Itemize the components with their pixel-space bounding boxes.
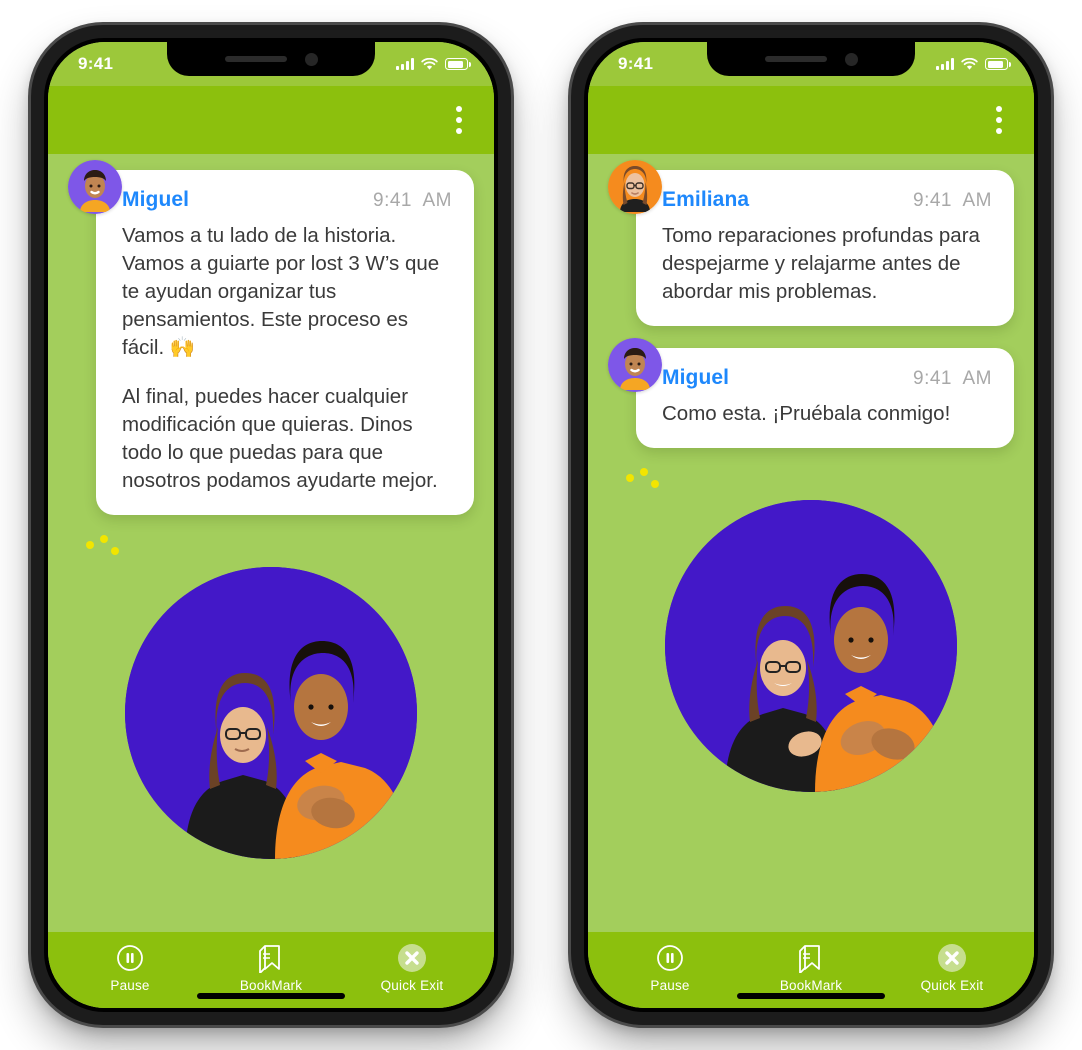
quick-exit-button[interactable]: Quick Exit: [906, 943, 998, 993]
wifi-icon: [961, 57, 978, 70]
typing-indicator: [86, 533, 126, 555]
pause-label: Pause: [650, 978, 690, 993]
home-indicator[interactable]: [737, 993, 885, 999]
message-bubble: Miguel 9:41 AM Vamos a tu lado de la his…: [96, 170, 474, 515]
home-indicator[interactable]: [197, 993, 345, 999]
pause-button[interactable]: Pause: [624, 943, 716, 993]
message-sender: Emiliana: [662, 188, 750, 211]
chat-area: Emiliana 9:41 AM Tomo reparaciones profu…: [588, 154, 1034, 932]
status-icons: [396, 57, 471, 71]
close-circle-icon: [397, 943, 427, 973]
message-bubble: Miguel 9:41 AM Como esta. ¡Pruébala conm…: [636, 347, 1014, 448]
kebab-menu-icon[interactable]: [450, 100, 468, 140]
message-item: Emiliana 9:41 AM Tomo reparaciones profu…: [608, 160, 1014, 326]
phone-screen: 9:41: [48, 42, 494, 1008]
wifi-icon: [421, 57, 438, 70]
bookmark-ribbon-icon: [797, 943, 825, 973]
phone-bezel: 9:41: [44, 38, 498, 1012]
bubble-header: Emiliana 9:41 AM: [662, 188, 992, 212]
kebab-menu-icon[interactable]: [990, 100, 1008, 140]
avatar-miguel: [68, 160, 122, 214]
message-text: Como esta. ¡Pruébala conmigo!: [662, 400, 992, 428]
bookmark-label: BookMark: [779, 978, 843, 993]
pause-circle-icon: [116, 943, 144, 973]
message-text: Tomo reparaciones profundas para despeja…: [662, 222, 992, 306]
message-sender: Miguel: [122, 188, 190, 211]
message-time: 9:41 AM: [373, 190, 452, 211]
app-bar: [588, 86, 1034, 154]
pause-button[interactable]: Pause: [84, 943, 176, 993]
front-camera-icon: [844, 52, 858, 66]
quick-exit-label: Quick Exit: [380, 978, 444, 993]
battery-icon: [445, 58, 471, 70]
bookmark-label: BookMark: [239, 978, 303, 993]
typing-indicator: [626, 466, 666, 488]
cellular-signal-icon: [396, 58, 414, 70]
phone-left: 9:41 Miguel 9:41 AM Vamos a tu lado de l…: [31, 25, 511, 1025]
message-time: 9:41 AM: [913, 367, 992, 389]
app-bar: [48, 86, 494, 154]
video-player[interactable]: [125, 566, 417, 859]
earpiece-speaker: [224, 56, 287, 62]
notch: [167, 42, 375, 76]
pause-label: Pause: [110, 978, 150, 993]
bubble-header: Miguel 9:41 AM: [122, 188, 452, 212]
message-text: Vamos a tu lado de la historia. Vamos a …: [122, 222, 452, 495]
message-item: Miguel 9:41 AM Como esta. ¡Pruébala conm…: [608, 337, 1014, 448]
notch: [707, 42, 915, 76]
video-area[interactable]: [608, 494, 1014, 933]
cellular-signal-icon: [936, 58, 954, 70]
pause-circle-icon: [656, 943, 684, 973]
message-paragraph: Vamos a tu lado de la historia. Vamos a …: [122, 224, 440, 359]
status-icons: [936, 57, 1011, 71]
message-paragraph: Al final, puedes hacer cualquier modific…: [122, 385, 438, 492]
message-paragraph: Como esta. ¡Pruébala conmigo!: [662, 401, 951, 425]
battery-icon: [985, 58, 1011, 70]
phones-stage: 9:41 Miguel 9:41 AM Vamos a tu lado de l…: [0, 0, 1082, 1050]
earpiece-speaker: [764, 56, 827, 62]
bookmark-button[interactable]: BookMark: [765, 943, 857, 993]
quick-exit-button[interactable]: Quick Exit: [366, 943, 458, 993]
video-player[interactable]: [665, 499, 957, 792]
message-bubble: Emiliana 9:41 AM Tomo reparaciones profu…: [636, 170, 1014, 326]
message-time: 9:41 AM: [913, 190, 992, 211]
message-sender: Miguel: [662, 365, 730, 389]
bookmark-ribbon-icon: [257, 943, 285, 973]
avatar-miguel: [608, 337, 662, 392]
front-camera-icon: [304, 52, 318, 66]
phone-right: 9:41 Emiliana 9:41 AM Tomo reparaciones …: [571, 25, 1051, 1025]
chat-area: Miguel 9:41 AM Vamos a tu lado de la his…: [48, 154, 494, 932]
status-time: 9:41: [78, 54, 114, 73]
message-item: Miguel 9:41 AM Vamos a tu lado de la his…: [68, 160, 474, 515]
phone-bezel: 9:41: [584, 38, 1038, 1012]
message-paragraph: Tomo reparaciones profundas para despeja…: [662, 224, 980, 303]
phone-screen: 9:41: [588, 42, 1034, 1008]
video-area[interactable]: [68, 561, 474, 932]
status-time: 9:41: [618, 54, 654, 73]
bookmark-button[interactable]: BookMark: [225, 943, 317, 993]
close-circle-icon: [937, 943, 967, 973]
quick-exit-label: Quick Exit: [920, 978, 984, 993]
bubble-header: Miguel 9:41 AM: [662, 366, 992, 390]
avatar-emiliana: [608, 160, 662, 214]
